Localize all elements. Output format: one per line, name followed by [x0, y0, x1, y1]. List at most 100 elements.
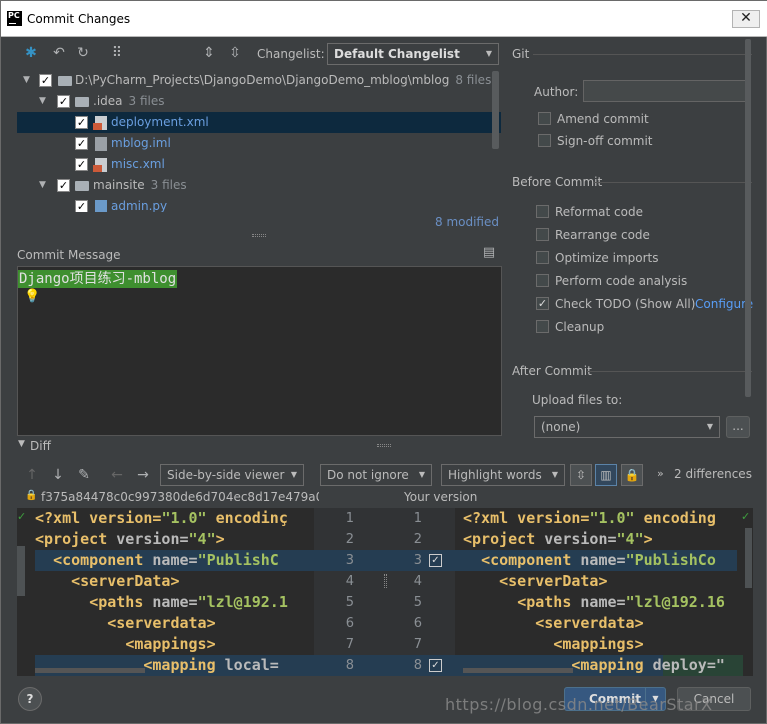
left-revision-hash: f375a84478c0c997380de6d704ec8d17e479a0b5: [41, 490, 319, 504]
left-code-line[interactable]: <?xml version="1.0" encodinç: [35, 508, 314, 529]
cleanup-label[interactable]: Cleanup: [555, 320, 604, 334]
left-code-line[interactable]: <paths name="lzl@192.1: [35, 592, 314, 613]
left-code-line[interactable]: <project version="4">: [35, 529, 314, 550]
rollback-icon[interactable]: ↶: [51, 45, 67, 61]
tree-row-admin-py[interactable]: ✓ admin.py: [17, 196, 501, 212]
right-code-line[interactable]: <paths name="lzl@192.16: [463, 592, 739, 613]
differences-count: 2 differences: [674, 467, 752, 481]
right-diff-editor[interactable]: <?xml version="1.0" encoding <project ver…: [455, 508, 753, 676]
right-panel-scrollbar[interactable]: [745, 39, 751, 397]
left-code-line[interactable]: <mappings>: [35, 634, 314, 655]
commit-message-editor[interactable]: Django项目练习-mblog 💡: [17, 266, 502, 436]
optimize-imports-checkbox[interactable]: [536, 251, 549, 264]
expand-all-icon[interactable]: ⇕: [201, 45, 217, 61]
checkbox-misc-xml[interactable]: ✓: [75, 158, 88, 171]
checkbox-admin-py[interactable]: ✓: [75, 200, 88, 212]
left-code-line[interactable]: <serverdata>: [35, 613, 314, 634]
tree-row-idea[interactable]: ▼ ✓ .idea 3 files: [17, 91, 501, 112]
include-change-checkbox[interactable]: ✓: [429, 659, 442, 672]
rearrange-code-label[interactable]: Rearrange code: [555, 228, 650, 242]
optimize-imports-label[interactable]: Optimize imports: [555, 251, 659, 265]
left-code-line[interactable]: <serverData>: [35, 571, 314, 592]
next-difference-icon[interactable]: ↓: [50, 467, 66, 483]
reformat-code-checkbox[interactable]: [536, 205, 549, 218]
left-horizontal-scrollbar[interactable]: [35, 668, 145, 673]
right-code-line[interactable]: <serverdata>: [463, 613, 739, 634]
right-code-line[interactable]: <mappings>: [463, 634, 739, 655]
checkbox-mblog-iml[interactable]: ✓: [75, 137, 88, 150]
configure-servers-button[interactable]: ...: [726, 416, 750, 438]
refresh-icon[interactable]: ↻: [75, 45, 91, 61]
tree-row-root[interactable]: ▼ ✓ D:\PyCharm_Projects\DjangoDemo\Djang…: [17, 70, 501, 91]
checkbox-idea[interactable]: ✓: [57, 95, 70, 108]
check-todo-label[interactable]: Check TODO (Show All): [555, 297, 695, 311]
right-code-line[interactable]: <project version="4">: [463, 529, 739, 550]
code-analysis-label[interactable]: Perform code analysis: [555, 274, 687, 288]
collapse-unchanged-icon[interactable]: ⇳: [570, 464, 592, 486]
tree-row-deployment-xml[interactable]: ✓ deployment.xml: [17, 112, 501, 133]
right-code-line[interactable]: <serverData>: [463, 571, 739, 592]
left-code-area[interactable]: <?xml version="1.0" encodinç <project ver…: [35, 508, 314, 676]
tree-row-mblog-iml[interactable]: ✓ mblog.iml: [17, 133, 501, 154]
lightbulb-icon[interactable]: 💡: [24, 289, 40, 304]
right-vertical-scrollbar[interactable]: [745, 528, 752, 588]
code-analysis-checkbox[interactable]: [536, 274, 549, 287]
viewer-mode-dropdown[interactable]: Side-by-side viewer ▼: [160, 464, 304, 486]
lock-icon[interactable]: 🔒: [621, 464, 643, 486]
tree-row-misc-xml[interactable]: ✓ misc.xml: [17, 154, 501, 175]
checkbox-mainsite[interactable]: ✓: [57, 179, 70, 192]
amend-commit-label[interactable]: Amend commit: [557, 112, 649, 126]
expand-triangle-icon[interactable]: ▼: [23, 70, 31, 91]
expand-triangle-icon[interactable]: ▼: [39, 175, 47, 196]
amend-commit-checkbox[interactable]: [538, 112, 551, 125]
splitter-handle[interactable]: [252, 234, 266, 237]
left-code-line[interactable]: <component name="PublishC: [35, 550, 314, 571]
close-button[interactable]: ✕: [732, 10, 760, 28]
right-code-area[interactable]: <?xml version="1.0" encoding <project ver…: [463, 508, 739, 676]
tree-row-mainsite[interactable]: ▼ ✓ mainsite 3 files: [17, 175, 501, 196]
right-horizontal-scrollbar[interactable]: [463, 668, 573, 673]
author-label: Author:: [534, 85, 579, 99]
group-by-icon[interactable]: ⠿: [109, 45, 125, 61]
changelist-dropdown[interactable]: Default Changelist ▼: [327, 43, 499, 65]
include-change-checkbox[interactable]: ✓: [429, 554, 442, 567]
gutter-divider-handle[interactable]: [384, 574, 387, 588]
commit-history-icon[interactable]: ▤: [481, 246, 497, 260]
sync-scroll-icon[interactable]: ▥: [595, 464, 617, 486]
collapse-all-icon[interactable]: ⇳: [227, 45, 243, 61]
right-code-line[interactable]: <?xml version="1.0" encoding: [463, 508, 739, 529]
python-file-icon: [95, 200, 107, 212]
right-code-line[interactable]: <component name="PublishCo: [463, 550, 739, 571]
more-actions-icon[interactable]: »: [657, 467, 664, 480]
code-token: <paths: [517, 593, 581, 611]
highlight-mode-dropdown[interactable]: Highlight words ▼: [441, 464, 565, 486]
refresh-changes-icon[interactable]: ✱: [23, 45, 39, 61]
left-diff-editor[interactable]: ✓ <?xml version="1.0" encodinç <project v…: [17, 508, 314, 676]
back-icon[interactable]: ←: [109, 467, 125, 483]
ignore-whitespace-dropdown[interactable]: Do not ignore ▼: [320, 464, 432, 486]
tree-scrollbar[interactable]: [492, 71, 499, 149]
forward-icon[interactable]: →: [135, 467, 151, 483]
prev-difference-icon[interactable]: ↑: [24, 467, 40, 483]
diff-collapse-icon[interactable]: ▼: [18, 439, 25, 449]
reformat-code-label[interactable]: Reformat code: [555, 205, 643, 219]
cleanup-checkbox[interactable]: [536, 320, 549, 333]
xml-file-icon: [93, 116, 107, 130]
diff-splitter-handle[interactable]: [377, 444, 391, 447]
expand-triangle-icon[interactable]: ▼: [39, 91, 47, 112]
check-todo-checkbox[interactable]: ✓: [536, 297, 549, 310]
signoff-commit-checkbox[interactable]: [538, 134, 551, 147]
checkbox-deployment-xml[interactable]: ✓: [75, 116, 88, 129]
help-button[interactable]: ?: [18, 687, 42, 711]
rearrange-code-checkbox[interactable]: [536, 228, 549, 241]
checkbox-root[interactable]: ✓: [39, 74, 52, 87]
modified-count: 8 modified: [435, 215, 499, 229]
author-input[interactable]: [583, 80, 747, 102]
code-token: <serverdata>: [535, 614, 644, 632]
upload-server-dropdown[interactable]: (none) ▼: [534, 416, 720, 438]
edit-source-icon[interactable]: ✎: [76, 467, 92, 483]
signoff-commit-label[interactable]: Sign-off commit: [557, 134, 653, 148]
chevron-down-icon: ▼: [290, 470, 297, 479]
